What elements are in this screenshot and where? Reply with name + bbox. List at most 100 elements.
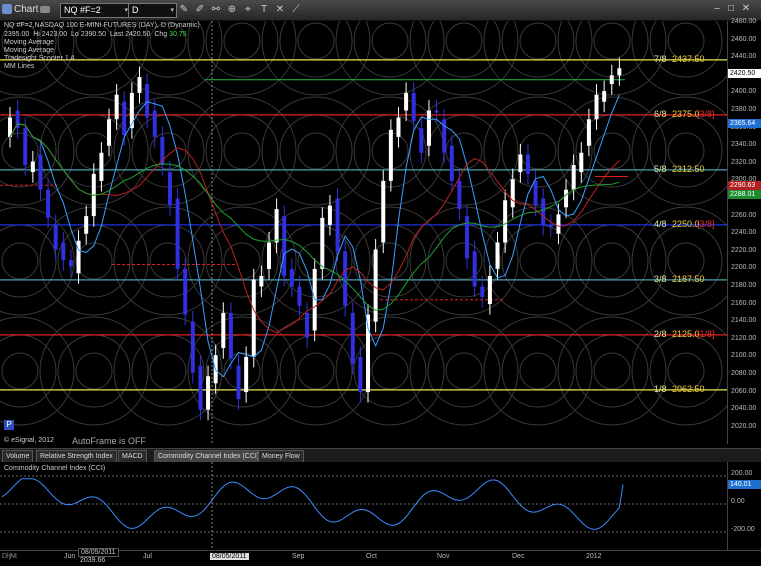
- price-chart-svg: [0, 0, 741, 444]
- price-axis-label: 2060.00: [731, 387, 757, 395]
- mm-line-value: 2125.0: [672, 328, 700, 339]
- drawing-tool-icon[interactable]: ⟋: [290, 4, 302, 16]
- draw-icon[interactable]: ✎: [178, 4, 190, 16]
- cci-axis-label: 0.00: [731, 498, 745, 505]
- cci-title: Commodity Channel Index (CCI): [4, 465, 106, 472]
- time-label: Oct: [366, 553, 377, 560]
- cursor-date-readout: 08/05/2011: [78, 548, 119, 557]
- study-label[interactable]: MM Lines: [4, 63, 34, 70]
- cci-value-tag: 140.01: [728, 480, 761, 489]
- cci-axis[interactable]: 200.00 0.00 -200.00: [727, 462, 761, 550]
- last-price-tag: 2420.50: [728, 69, 761, 78]
- price-axis-label: 2380.00: [731, 106, 757, 113]
- edit-icon[interactable]: ✐: [194, 4, 206, 16]
- chart-title-line: NQ #F=2,NASDAQ 100 E-MINI FUTURES (DAY),…: [4, 22, 200, 29]
- time-label: Jul: [143, 553, 152, 560]
- mm-line-flag: [3/8]: [697, 218, 715, 229]
- mm-line-label: 1/8: [654, 383, 667, 394]
- minimize-icon[interactable]: –: [712, 4, 722, 14]
- time-label: Sep: [292, 553, 305, 560]
- mm-line-label: 7/8: [654, 53, 667, 64]
- ohlc-chg-label: Chg: [154, 31, 168, 38]
- price-axis-label: 2440.00: [731, 53, 757, 61]
- price-axis[interactable]: 2480.002460.002440.002420.002400.002380.…: [727, 18, 761, 444]
- cci-chart-svg: [0, 462, 727, 550]
- cci-axis-label: 200.00: [731, 470, 753, 477]
- study-label[interactable]: Moving Average: [4, 47, 54, 54]
- ohlc-low: 2390.50: [80, 31, 107, 38]
- cci-axis-label: -200.00: [731, 526, 755, 533]
- ohlc-last: 2420.50: [125, 31, 151, 38]
- price-axis-label: 2240.00: [731, 229, 757, 237]
- mm-line-flag: [1/8]: [697, 328, 715, 339]
- mm-line-label: 3/8: [654, 273, 667, 284]
- price-axis-label: 2020.00: [731, 422, 757, 430]
- price-axis-label: 2320.00: [731, 158, 757, 166]
- price-axis-label: 2260.00: [731, 211, 757, 219]
- mm-line-label: 2/8: [654, 328, 667, 339]
- maximize-icon[interactable]: □: [726, 4, 736, 14]
- time-label: Nov: [437, 553, 450, 560]
- price-axis-label: 2100.00: [731, 352, 757, 360]
- cci-pane[interactable]: [0, 462, 727, 550]
- zoom-icon[interactable]: ⊕: [226, 4, 238, 16]
- study-tabs: Volume Relative Strength Index MACD Comm…: [0, 448, 761, 463]
- mm-line-value: 2312.50: [672, 163, 705, 174]
- chevron-down-icon[interactable]: ▾: [170, 4, 174, 17]
- study-label[interactable]: Moving Average: [4, 39, 54, 46]
- study-label[interactable]: Tradesight Scooter 1.4: [4, 55, 75, 62]
- mm-line-flag: [3/8]: [697, 108, 715, 119]
- time-label: 2012: [586, 553, 602, 560]
- symbol-input[interactable]: NQ #F=2 ▾: [60, 3, 131, 18]
- close-icon[interactable]: ✕: [741, 4, 751, 14]
- interval-value: D: [132, 5, 139, 15]
- price-axis-label: 2140.00: [731, 317, 757, 325]
- delete-icon[interactable]: ✕: [274, 4, 286, 16]
- text-icon[interactable]: T: [258, 4, 270, 16]
- time-label: Dec: [512, 553, 525, 560]
- price-axis-label: 2200.00: [731, 264, 757, 272]
- mm-line-value: 2250.0: [672, 218, 700, 229]
- price-axis-label: 2400.00: [731, 88, 757, 96]
- cursor-icon[interactable]: ⌖: [242, 4, 254, 16]
- price-axis-label: 2220.00: [731, 246, 757, 254]
- price-axis-label: 2040.00: [731, 405, 757, 413]
- mm-line-label: 6/8: [654, 108, 667, 119]
- link-badge-icon[interactable]: [40, 6, 50, 13]
- symbol-value: NQ #F=2: [64, 5, 101, 15]
- autoframe-status: AutoFrame is OFF: [72, 436, 147, 446]
- link-icon[interactable]: ⚯: [210, 4, 222, 16]
- time-cursor-label: 08/05/2011: [210, 553, 249, 560]
- ma-price-tag: 2288.01: [728, 190, 761, 199]
- mm-line-value: 2187.50: [672, 273, 705, 284]
- mm-line-label: 4/8: [654, 218, 667, 229]
- candles: [8, 57, 622, 421]
- price-axis-label: 2180.00: [731, 282, 757, 289]
- ohlc-open: 2395.00: [4, 31, 30, 38]
- ohlc-chg: 30.75: [169, 31, 187, 38]
- ohlc-readout: 2395.00 Hi 2423.00 Lo 2390.50 Last 2420.…: [4, 31, 187, 38]
- copyright-text: © eSignal, 2012: [4, 437, 54, 444]
- ohlc-high: 2423.00: [41, 31, 68, 38]
- price-axis-label: 2120.00: [731, 334, 757, 342]
- interval-input[interactable]: D ▾: [128, 3, 177, 18]
- time-label: Jun: [64, 553, 76, 560]
- chart-window-icon: [2, 4, 12, 14]
- mm-line-value: 2375.0: [672, 108, 700, 119]
- price-axis-label: 2480.00: [731, 18, 757, 25]
- price-axis-label: 2160.00: [731, 299, 757, 307]
- window-title: Chart: [14, 4, 39, 15]
- window-titlebar: Chart NQ #F=2 ▾ D ▾ ✎ ✐ ⚯ ⊕ ⌖ T ✕ ⟋ – □ …: [0, 0, 761, 21]
- price-axis-label: 2460.00: [731, 35, 757, 43]
- mm-line-label: 5/8: [654, 163, 667, 174]
- ma-price-tag: 2290.63: [728, 181, 761, 190]
- cursor-price-readout: 2039.66: [78, 557, 108, 564]
- mm-line-value: 2437.50: [672, 53, 705, 64]
- price-chart[interactable]: [0, 0, 741, 444]
- mm-line-value: 2062.50: [672, 383, 705, 394]
- ohlc-last-label: Last: [109, 31, 124, 38]
- ohlc-low-label: Lo: [70, 31, 79, 38]
- ohlc-high-label: Hi: [33, 31, 40, 38]
- corner-label: Nt: [10, 553, 17, 560]
- properties-icon[interactable]: P: [4, 420, 14, 430]
